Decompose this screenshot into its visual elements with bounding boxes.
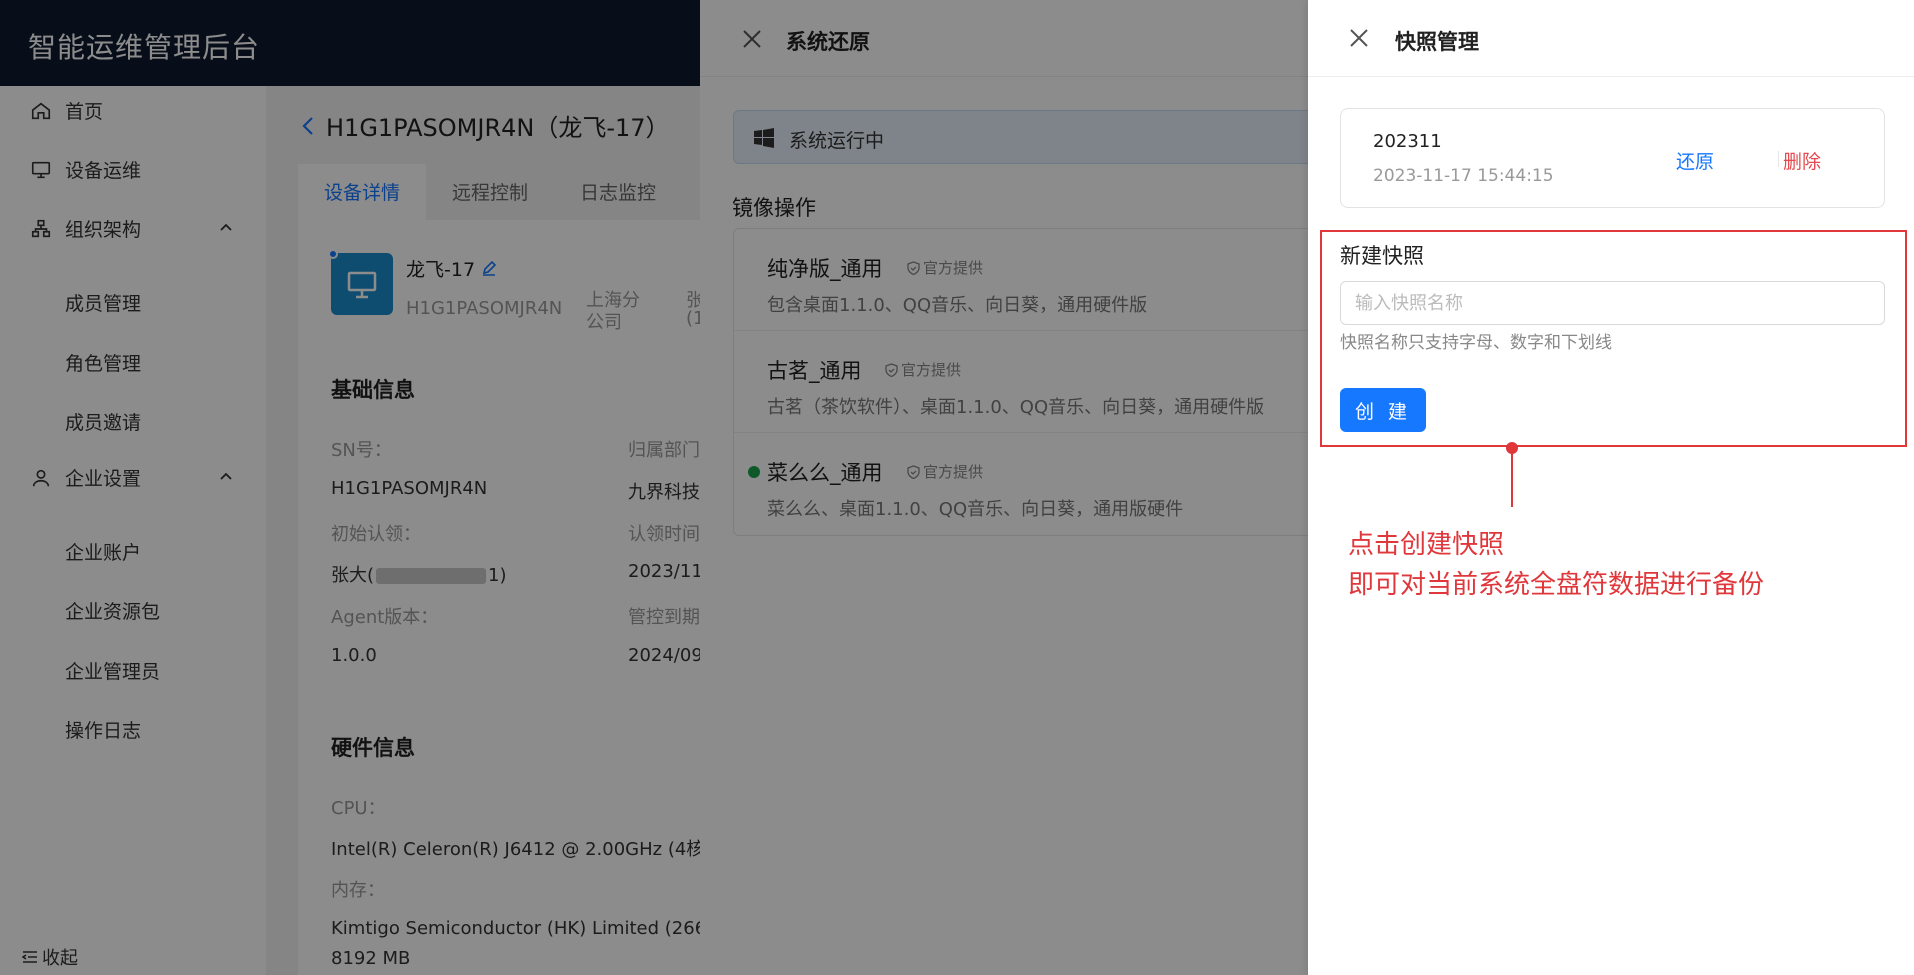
- drawer-title: 快照管理: [1395, 30, 1479, 54]
- drawer-header: 快照管理: [1308, 0, 1914, 77]
- annotation-line: [1511, 447, 1513, 507]
- snapshot-name: 202311: [1373, 131, 1442, 152]
- close-icon[interactable]: [1348, 27, 1370, 49]
- snapshot-item: 202311 2023-11-17 15:44:15 还原 删除: [1340, 108, 1885, 208]
- snapshot-name-input[interactable]: [1340, 281, 1885, 325]
- snapshot-drawer: 快照管理 202311 2023-11-17 15:44:15 还原 删除 新建…: [1308, 0, 1914, 975]
- annotation-text: 点击创建快照 即可对当前系统全盘符数据进行备份: [1348, 525, 1764, 605]
- annotation-dot: [1506, 442, 1518, 454]
- annotation-line-2: 即可对当前系统全盘符数据进行备份: [1348, 570, 1765, 600]
- new-snapshot-title: 新建快照: [1340, 244, 1424, 268]
- annotation-line-1: 点击创建快照: [1348, 530, 1505, 560]
- snapshot-time: 2023-11-17 15:44:15: [1373, 166, 1554, 186]
- snapshot-name-hint: 快照名称只支持字母、数字和下划线: [1340, 333, 1612, 353]
- drawer-mask[interactable]: [700, 0, 1310, 975]
- create-snapshot-button[interactable]: 创 建: [1340, 388, 1426, 432]
- delete-snapshot-button[interactable]: 删除: [1783, 147, 1821, 174]
- restore-snapshot-button[interactable]: 还原: [1676, 147, 1714, 174]
- divider: [1778, 151, 1779, 167]
- modal-mask[interactable]: [0, 0, 700, 975]
